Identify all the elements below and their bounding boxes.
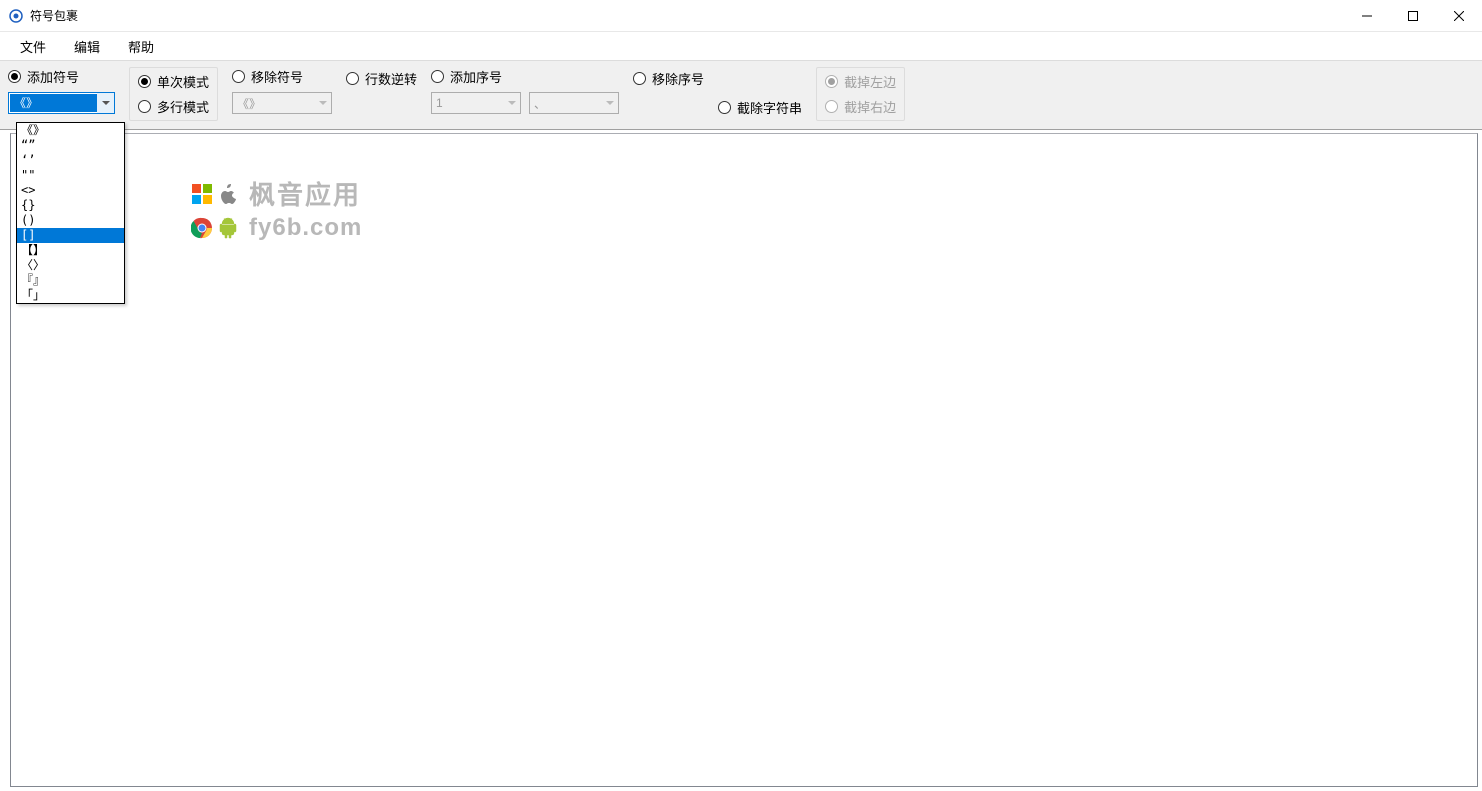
symbol-dropdown-list[interactable]: 《》“”‘’""<>{}()[]【】〈〉『』「」 — [16, 122, 125, 304]
radio-add-seq[interactable]: 添加序号 — [431, 67, 619, 86]
dropdown-item[interactable]: [] — [17, 228, 124, 243]
radio-label: 截掉左边 — [844, 72, 896, 91]
watermark-text-2: fy6b.com — [249, 214, 362, 242]
dropdown-item[interactable]: “” — [17, 138, 124, 153]
symbol-combo[interactable]: 《》 — [8, 92, 115, 114]
radio-icon — [633, 72, 646, 85]
maximize-button[interactable] — [1390, 0, 1436, 32]
radio-icon — [718, 101, 731, 114]
radio-add-symbol[interactable]: 添加符号 — [8, 67, 115, 86]
dropdown-item[interactable]: {} — [17, 198, 124, 213]
apple-icon — [217, 183, 239, 205]
combo-value: 《》 — [10, 94, 97, 112]
close-button[interactable] — [1436, 0, 1482, 32]
radio-label: 截除字符串 — [737, 98, 802, 117]
minimize-button[interactable] — [1344, 0, 1390, 32]
radio-icon — [138, 100, 151, 113]
dropdown-item[interactable]: ‘’ — [17, 153, 124, 168]
window-controls — [1344, 0, 1482, 32]
dropdown-item[interactable]: 〈〉 — [17, 258, 124, 273]
watermark: 枫音应用 fy6b.com — [191, 175, 362, 242]
menu-file[interactable]: 文件 — [8, 33, 58, 60]
combo-value: 、 — [530, 95, 601, 112]
app-icon — [8, 8, 24, 24]
menu-help[interactable]: 帮助 — [116, 33, 166, 60]
android-icon — [217, 217, 239, 239]
seq-start-combo[interactable]: 1 — [431, 92, 521, 114]
chrome-icon — [191, 217, 213, 239]
radio-icon — [8, 70, 21, 83]
menu-edit[interactable]: 编辑 — [62, 33, 112, 60]
menubar: 文件 编辑 帮助 — [0, 32, 1482, 60]
chevron-down-icon — [601, 93, 618, 113]
seq-sep-combo[interactable]: 、 — [529, 92, 619, 114]
radio-label: 截掉右边 — [844, 97, 896, 116]
radio-icon — [346, 72, 359, 85]
radio-trim-right: 截掉右边 — [825, 97, 896, 116]
radio-icon — [232, 70, 245, 83]
radio-trim-left: 截掉左边 — [825, 72, 896, 91]
toolbar: 添加符号 《》 单次模式 多行模式 移除符号 《》 行数逆转 — [0, 60, 1482, 130]
radio-icon — [825, 75, 838, 88]
radio-remove-symbol[interactable]: 移除符号 — [232, 67, 332, 86]
chevron-down-icon — [503, 93, 520, 113]
watermark-text-1: 枫音应用 — [249, 175, 361, 212]
radio-remove-seq[interactable]: 移除序号 — [633, 69, 704, 88]
radio-reverse-lines[interactable]: 行数逆转 — [346, 69, 417, 88]
combo-value: 《》 — [233, 95, 314, 112]
dropdown-item[interactable]: 『』 — [17, 273, 124, 288]
radio-label: 添加符号 — [27, 67, 79, 86]
radio-label: 移除序号 — [652, 69, 704, 88]
radio-icon — [431, 70, 444, 83]
dropdown-item[interactable]: () — [17, 213, 124, 228]
radio-label: 添加序号 — [450, 67, 502, 86]
radio-label: 多行模式 — [157, 97, 209, 116]
dropdown-item[interactable]: 【】 — [17, 243, 124, 258]
radio-icon — [825, 100, 838, 113]
chevron-down-icon — [314, 93, 331, 113]
windows-icon — [191, 183, 213, 205]
radio-label: 移除符号 — [251, 67, 303, 86]
chevron-down-icon[interactable] — [97, 93, 114, 113]
dropdown-item[interactable]: <> — [17, 183, 124, 198]
radio-trim-string[interactable]: 截除字符串 — [718, 98, 802, 117]
radio-icon — [138, 75, 151, 88]
radio-multi-mode[interactable]: 多行模式 — [138, 97, 209, 116]
combo-value: 1 — [432, 96, 503, 110]
dropdown-item[interactable]: 「」 — [17, 288, 124, 303]
radio-label: 行数逆转 — [365, 69, 417, 88]
text-area[interactable]: 枫音应用 fy6b.com — [10, 133, 1478, 787]
radio-label: 单次模式 — [157, 72, 209, 91]
dropdown-item[interactable]: "" — [17, 168, 124, 183]
radio-single-mode[interactable]: 单次模式 — [138, 72, 209, 91]
remove-symbol-combo[interactable]: 《》 — [232, 92, 332, 114]
window-title: 符号包裹 — [30, 7, 78, 24]
dropdown-item[interactable]: 《》 — [17, 123, 124, 138]
titlebar: 符号包裹 — [0, 0, 1482, 32]
